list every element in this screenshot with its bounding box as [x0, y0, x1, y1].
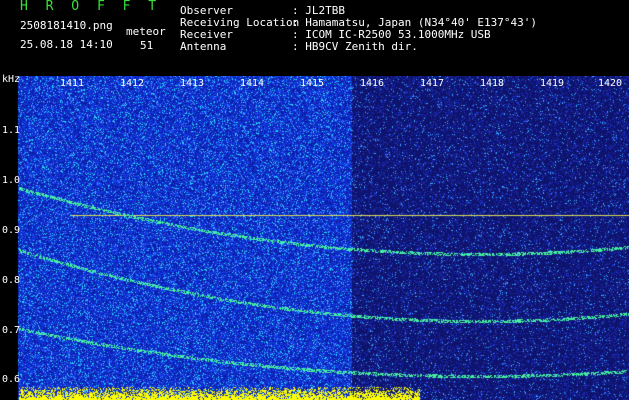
meteor-label: meteor [126, 25, 166, 38]
x-tick-1420: 1420 [598, 78, 623, 89]
x-tick-1419: 1419 [540, 78, 565, 89]
y-tick-0-6: 0.6 [2, 374, 21, 385]
x-tick-1412: 1412 [120, 78, 145, 89]
x-tick-1416: 1416 [360, 78, 385, 89]
y-tick-0-7: 0.7 [2, 325, 21, 336]
file-name: 2508181410.png [20, 19, 113, 32]
x-tick-1413: 1413 [180, 78, 205, 89]
spectrogram[interactable] [0, 76, 629, 400]
meteor-count: 51 [140, 39, 154, 52]
x-tick-1415: 1415 [300, 78, 325, 89]
app-title: H R O F F T [20, 0, 162, 14]
x-tick-1414: 1414 [240, 78, 265, 89]
date-time: 25.08.18 14:10 [20, 38, 113, 51]
x-tick-1411: 1411 [60, 78, 85, 89]
y-tick-1-0: 1.0 [2, 175, 21, 186]
y-tick-0-9: 0.9 [2, 225, 21, 236]
x-tick-1418: 1418 [480, 78, 505, 89]
antenna-value: : HB9CV Zenith dir. [292, 40, 418, 53]
x-tick-1417: 1417 [420, 78, 445, 89]
y-axis-unit: kHz [2, 74, 21, 85]
y-tick-0-8: 0.8 [2, 275, 21, 286]
y-tick-1-1: 1.1 [2, 125, 21, 136]
antenna-key: Antenna [180, 40, 227, 53]
